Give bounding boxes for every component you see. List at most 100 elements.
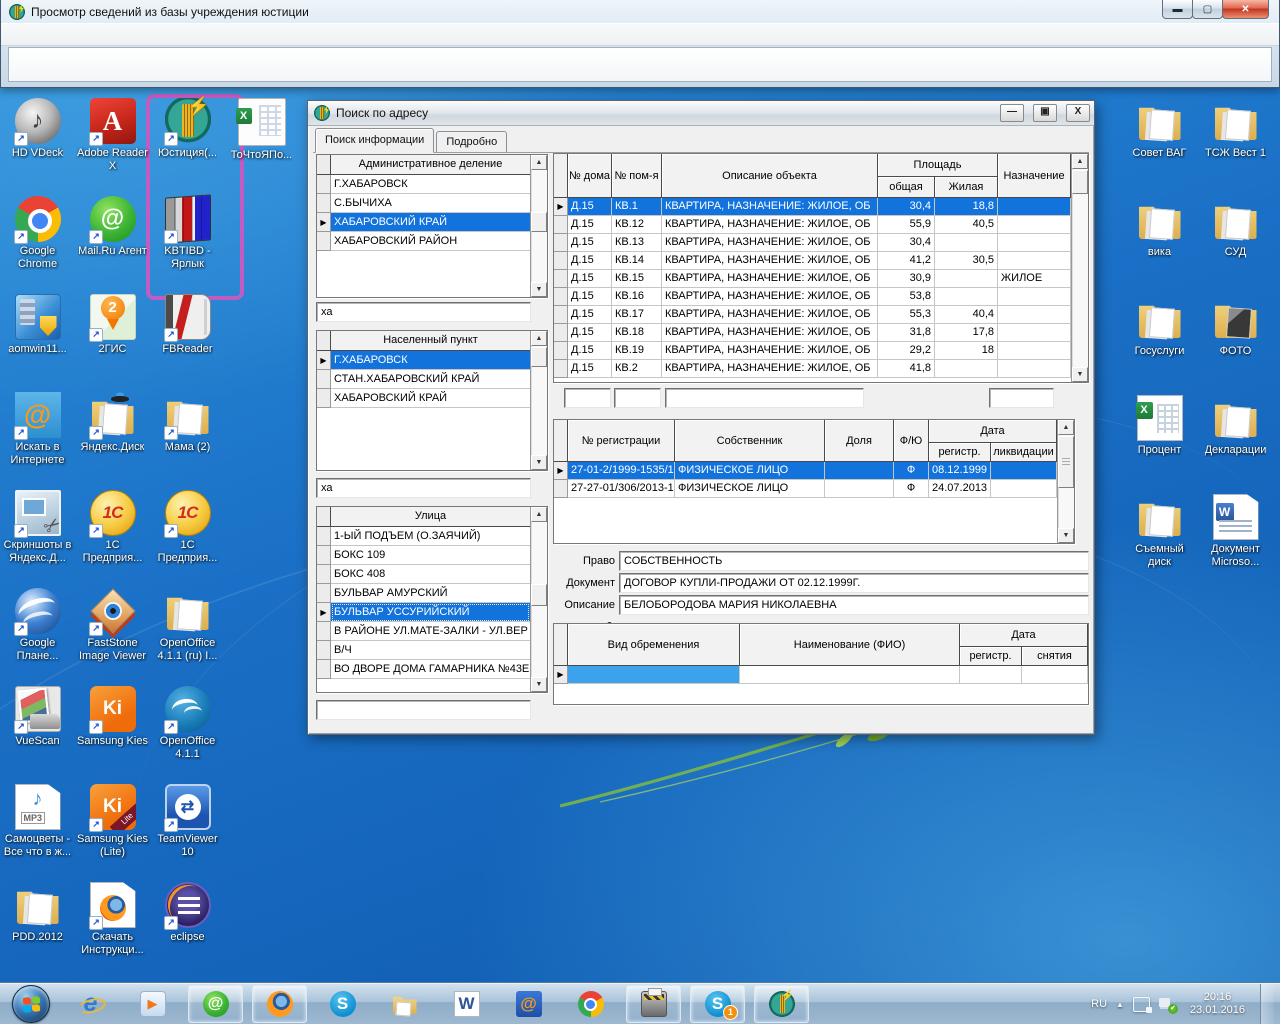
menu-item[interactable] xyxy=(7,24,29,45)
start-button[interactable] xyxy=(12,985,50,1023)
desktop-icon[interactable]: PDD.2012 xyxy=(0,880,75,978)
hidden-icons-arrow[interactable]: ▲ xyxy=(1116,1000,1124,1009)
col-date-removal[interactable]: снятия xyxy=(1022,647,1088,666)
desktop-icon[interactable]: VueScan xyxy=(0,684,75,782)
filter-unit-input[interactable] xyxy=(614,388,661,408)
tab-search-info[interactable]: Поиск информации xyxy=(315,128,434,153)
object-row[interactable]: Д.15 КВ.12 КВАРТИРА, НАЗНАЧЕНИЕ: ЖИЛОЕ, … xyxy=(554,216,1071,234)
taskbar-button[interactable] xyxy=(564,986,617,1022)
col-purpose[interactable]: Назначение xyxy=(998,154,1071,198)
list-item[interactable]: БУЛЬВАР АМУРСКИЙ xyxy=(317,584,530,603)
taskbar-button[interactable] xyxy=(126,986,179,1022)
desktop-icon[interactable]: TeamViewer 10 xyxy=(150,782,225,880)
show-desktop-button[interactable] xyxy=(1260,984,1274,1024)
desktop-icon[interactable]: Google Chrome xyxy=(0,194,75,292)
desktop-icon[interactable]: aomwin11... xyxy=(0,292,75,390)
street-list-scrollbar[interactable]: ▲ ▼ xyxy=(530,507,547,692)
object-row[interactable]: Д.15 КВ.16 КВАРТИРА, НАЗНАЧЕНИЕ: ЖИЛОЕ, … xyxy=(554,288,1071,306)
filter-description-input[interactable] xyxy=(665,388,864,408)
maximize-button[interactable]: ▢ xyxy=(1192,0,1223,19)
dialog-close-button[interactable]: X xyxy=(1066,104,1090,122)
desktop-icon[interactable]: Яндекс.Диск xyxy=(75,390,150,488)
desktop-icon[interactable]: Документ Microso... xyxy=(1198,492,1273,591)
col-fyu[interactable]: Ф/Ю xyxy=(894,420,929,462)
detail-field-value[interactable]: СОБСТВЕННОСТЬ xyxy=(619,551,1089,571)
desktop-icon[interactable]: HD VDeck xyxy=(0,96,75,194)
col-reg-number[interactable]: № регистрации xyxy=(568,420,675,462)
object-row[interactable]: Д.15 КВ.14 КВАРТИРА, НАЗНАЧЕНИЕ: ЖИЛОЕ, … xyxy=(554,252,1071,270)
desktop-icon[interactable]: FastStone Image Viewer xyxy=(75,586,150,684)
list-item[interactable]: Г.ХАБАРОВСК xyxy=(317,175,530,194)
desktop-icon[interactable]: Юстиция(... xyxy=(150,96,225,194)
scroll-up-icon[interactable]: ▲ xyxy=(531,507,547,522)
registration-row[interactable]: 27-27-01/306/2013-16 ФИЗИЧЕСКОЕ ЛИЦО Ф 2… xyxy=(554,480,1057,498)
desktop-icon[interactable]: Съемный диск xyxy=(1122,492,1197,591)
dialog-maximize-button[interactable]: ▣ xyxy=(1033,104,1057,122)
taskbar-button[interactable]: 1 xyxy=(690,985,745,1023)
filter-house-input[interactable] xyxy=(564,388,611,408)
registrations-table-scrollbar[interactable]: ▲ ▼ xyxy=(1057,420,1074,543)
scroll-thumb[interactable] xyxy=(531,347,547,367)
desktop-icon[interactable]: Google Плане... xyxy=(0,586,75,684)
scroll-thumb[interactable] xyxy=(531,212,547,232)
desktop-icon[interactable]: Скриншоты в Яндекс.Д... xyxy=(0,488,75,586)
taskbar-button[interactable] xyxy=(188,985,243,1023)
desktop-icon[interactable]: Мама (2) xyxy=(150,390,225,488)
scroll-thumb[interactable] xyxy=(1072,170,1088,194)
taskbar-button[interactable] xyxy=(754,985,809,1023)
scroll-down-icon[interactable]: ▼ xyxy=(531,677,547,692)
col-area-total[interactable]: общая xyxy=(878,177,935,198)
desktop-icon[interactable]: Совет ВАГ xyxy=(1122,96,1197,195)
admin-filter-input[interactable] xyxy=(316,302,531,322)
list-item[interactable]: БОКС 408 xyxy=(317,565,530,584)
desktop-icon[interactable]: Samsung Kies xyxy=(75,684,150,782)
taskbar-button[interactable] xyxy=(64,986,117,1022)
col-description[interactable]: Описание объекта xyxy=(662,154,878,198)
scroll-down-icon[interactable]: ▼ xyxy=(1058,528,1074,543)
object-row[interactable]: Д.15 КВ.1 КВАРТИРА, НАЗНАЧЕНИЕ: ЖИЛОЕ, О… xyxy=(554,198,1071,216)
col-date-reg[interactable]: регистр. xyxy=(960,647,1022,666)
scroll-up-icon[interactable]: ▲ xyxy=(531,331,547,346)
desktop-icon[interactable]: Искать в Интернете xyxy=(0,390,75,488)
list-item[interactable]: 1-ЫЙ ПОДЪЕМ (О.ЗАЯЧИЙ) xyxy=(317,527,530,546)
taskbar-button[interactable] xyxy=(502,986,555,1022)
desktop-icon[interactable]: OpenOffice 4.1.1 xyxy=(150,684,225,782)
detail-field-value[interactable]: БЕЛОБОРОДОВА МАРИЯ НИКОЛАЕВНА xyxy=(619,595,1089,615)
desktop-icon[interactable]: ТСЖ Вест 1 xyxy=(1198,96,1273,195)
desktop-icon[interactable]: Декларации xyxy=(1198,393,1273,492)
detail-field-value[interactable]: ДОГОВОР КУПЛИ-ПРОДАЖИ ОТ 02.12.1999Г. xyxy=(619,573,1089,593)
encumbrance-row[interactable] xyxy=(554,666,1088,684)
scroll-thumb[interactable] xyxy=(1058,436,1074,488)
list-item[interactable]: БОКС 109 xyxy=(317,546,530,565)
desktop-icon[interactable]: KBTIBD - Ярлык xyxy=(150,194,225,292)
list-item[interactable]: В РАЙОНЕ УЛ.МАТЕ-ЗАЛКИ - УЛ.ВЕР xyxy=(317,622,530,641)
scroll-down-icon[interactable]: ▼ xyxy=(531,282,547,297)
desktop-icon[interactable]: Samsung Kies (Lite) xyxy=(75,782,150,880)
list-item[interactable]: ХАБАРОВСКИЙ КРАЙ xyxy=(317,389,530,408)
scroll-down-icon[interactable]: ▼ xyxy=(1072,367,1088,382)
desktop-icon[interactable]: СУД xyxy=(1198,195,1273,294)
object-row[interactable]: Д.15 КВ.13 КВАРТИРА, НАЗНАЧЕНИЕ: ЖИЛОЕ, … xyxy=(554,234,1071,252)
list-item[interactable]: БУЛЬВАР УССУРИЙСКИЙ xyxy=(317,603,530,622)
objects-table-scrollbar[interactable]: ▲ ▼ xyxy=(1071,154,1088,382)
list-item[interactable]: ВО ДВОРЕ ДОМА ГАМАРНИКА №43Е xyxy=(317,660,530,679)
desktop-icon[interactable]: ФОТО xyxy=(1198,294,1273,393)
scroll-thumb[interactable] xyxy=(531,584,547,606)
desktop-icon[interactable]: FBReader xyxy=(150,292,225,390)
col-area-living[interactable]: Жилая xyxy=(935,177,998,198)
col-unit[interactable]: № пом-я xyxy=(612,154,662,198)
menu-item[interactable] xyxy=(51,24,73,45)
object-row[interactable]: Д.15 КВ.17 КВАРТИРА, НАЗНАЧЕНИЕ: ЖИЛОЕ, … xyxy=(554,306,1071,324)
desktop-icon[interactable]: 1С Предприя... xyxy=(75,488,150,586)
col-date-liq[interactable]: ликвидации xyxy=(991,443,1057,462)
list-item[interactable]: ХАБАРОВСКИЙ КРАЙ xyxy=(317,213,530,232)
taskbar-button[interactable] xyxy=(378,986,431,1022)
scroll-up-icon[interactable]: ▲ xyxy=(1058,420,1074,435)
taskbar-button[interactable] xyxy=(252,985,307,1023)
menu-item[interactable] xyxy=(29,24,51,45)
taskbar-button[interactable] xyxy=(626,985,681,1023)
desktop-icon[interactable]: 2ГИС xyxy=(75,292,150,390)
desktop-icon[interactable]: Госуслуги xyxy=(1122,294,1197,393)
desktop-icon[interactable]: Adobe Reader X xyxy=(75,96,150,194)
object-row[interactable]: Д.15 КВ.18 КВАРТИРА, НАЗНАЧЕНИЕ: ЖИЛОЕ, … xyxy=(554,324,1071,342)
